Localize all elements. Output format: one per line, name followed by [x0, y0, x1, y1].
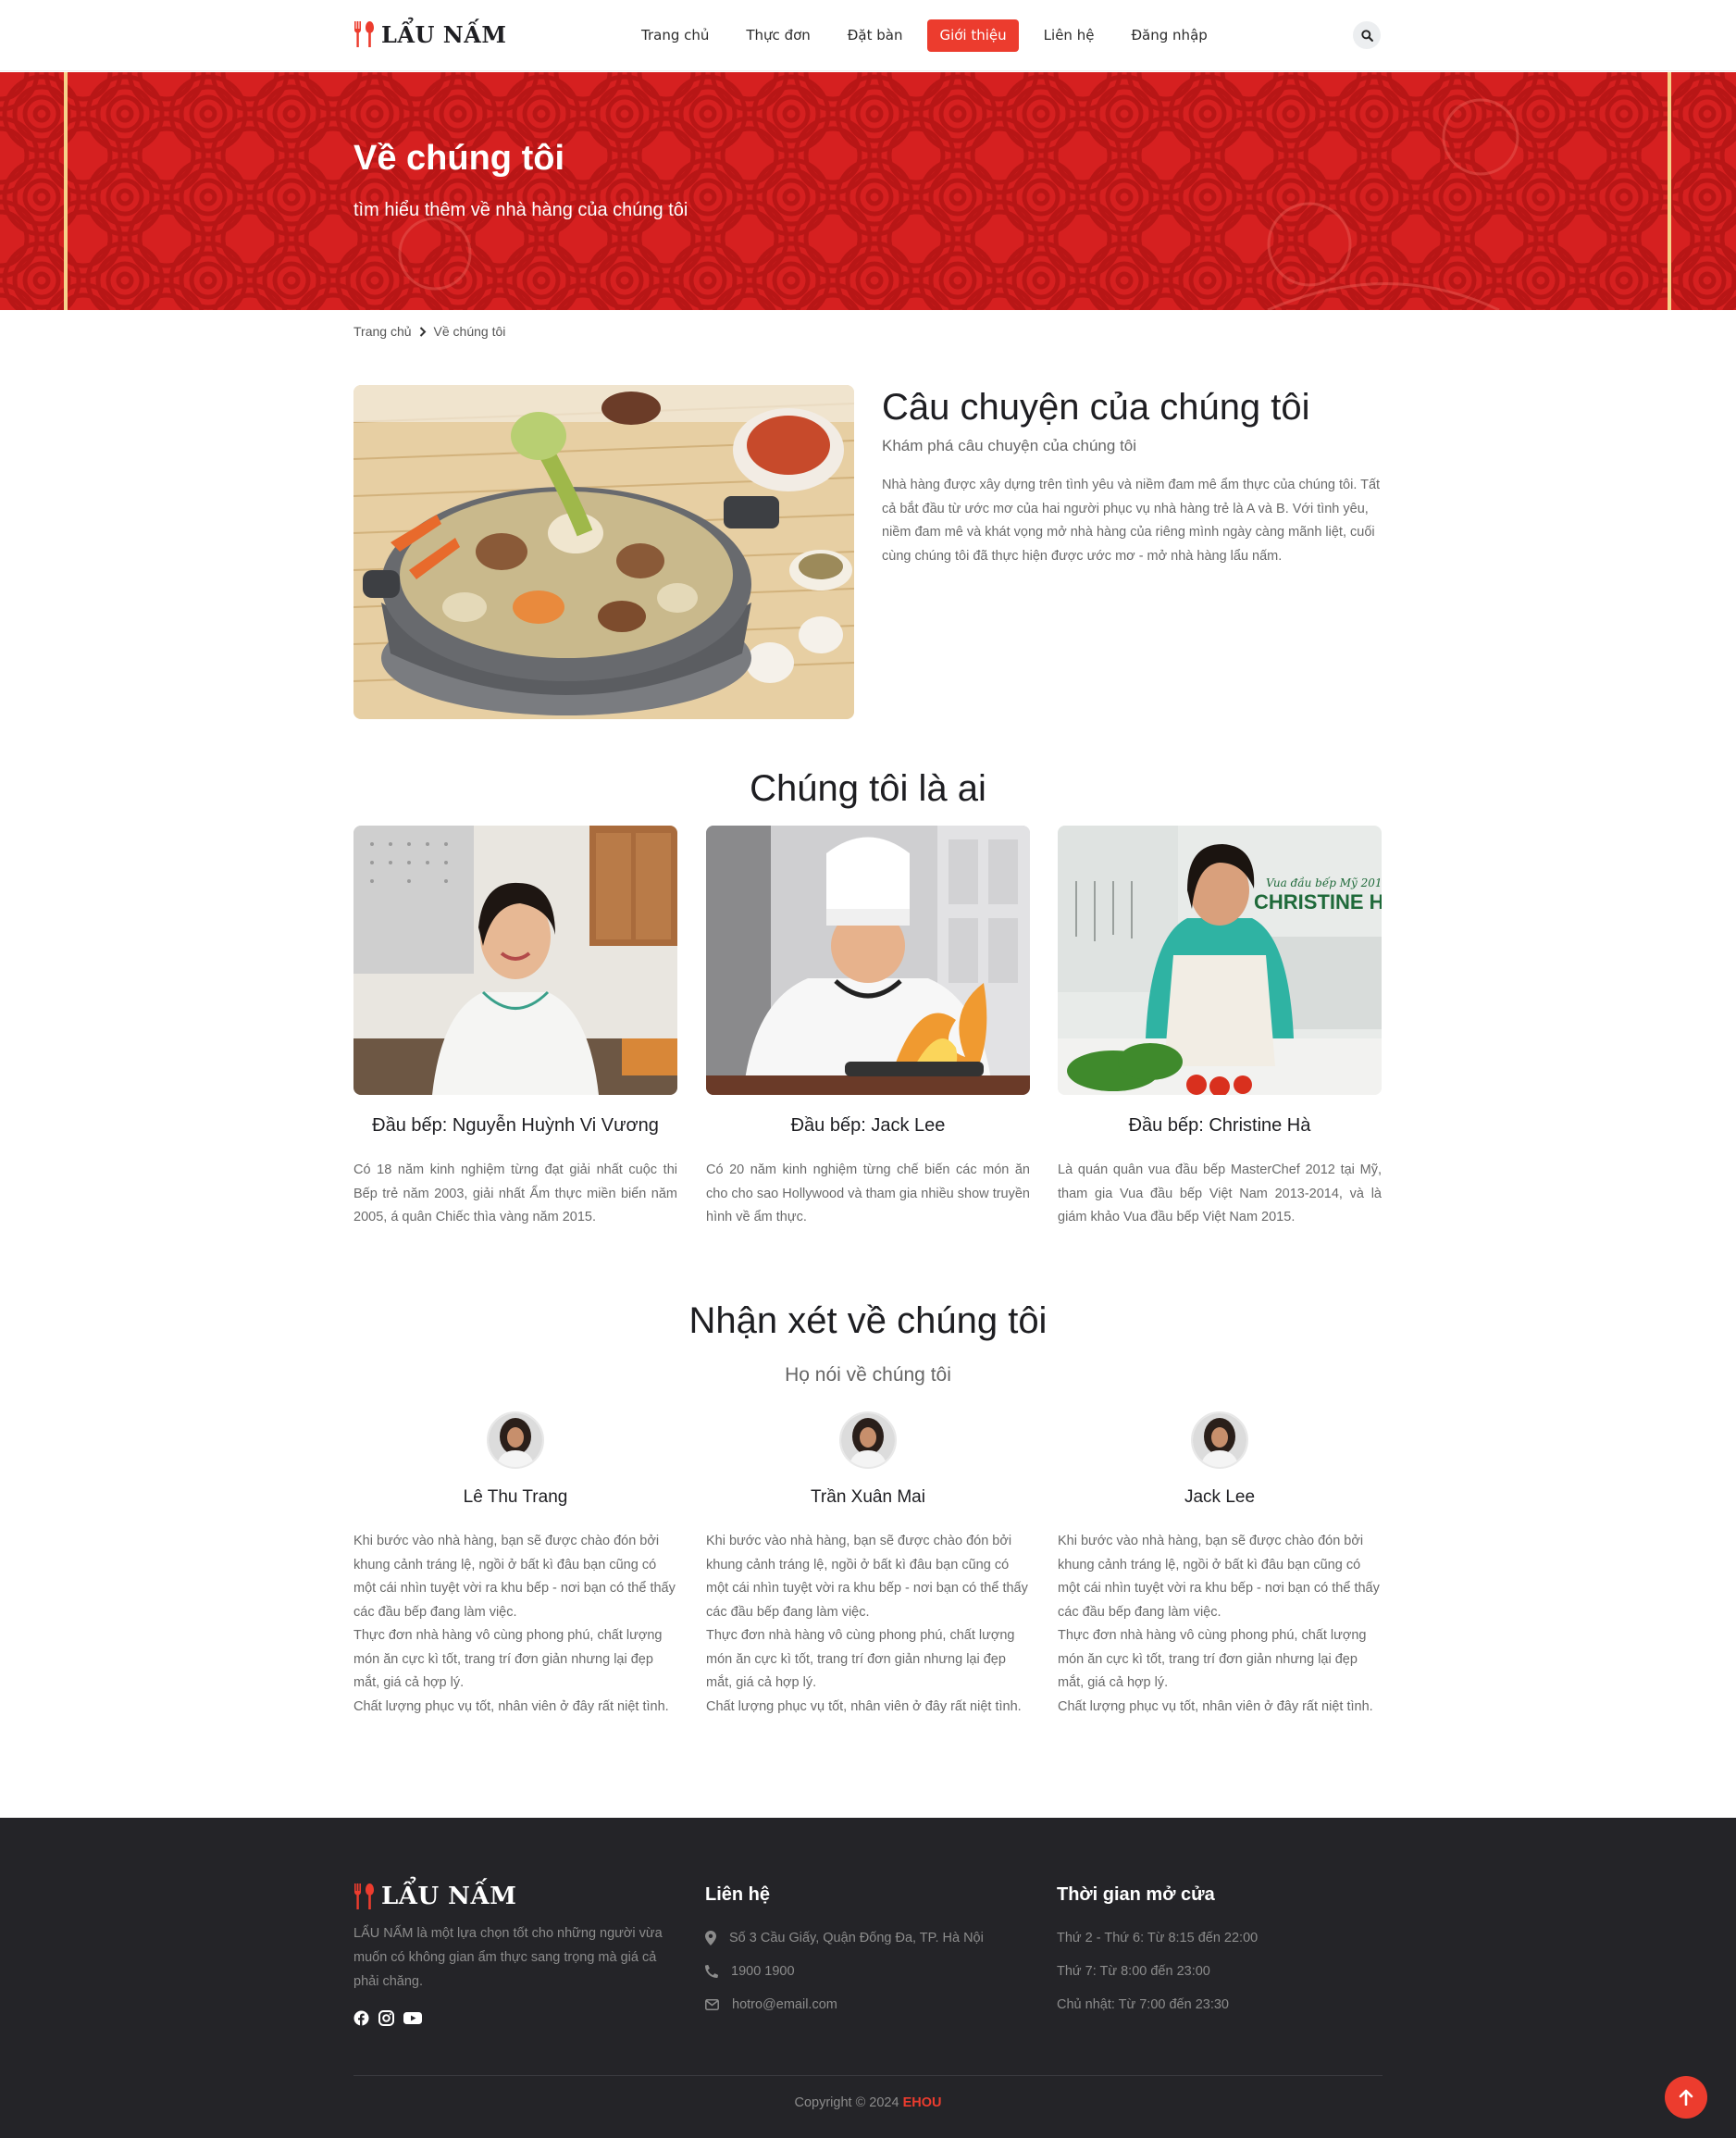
search-button[interactable]	[1353, 21, 1381, 49]
breadcrumb-home-link[interactable]: Trang chủ	[353, 324, 412, 339]
footer-address: Số 3 Cầu Giấy, Quận Đống Đa, TP. Hà Nội	[705, 1921, 984, 1955]
story-image-mushroom-hotpot	[353, 385, 854, 719]
social-links	[353, 2010, 422, 2026]
top-navbar: LẨU NẤM Trang chủ Thực đơn Đặt bàn Giới …	[0, 0, 1736, 71]
main-menu: Trang chủ Thực đơn Đặt bàn Giới thiệu Li…	[629, 19, 1233, 52]
story-subtitle: Khám phá câu chuyện của chúng tôi	[882, 437, 1137, 454]
chef-name: Đầu bếp: Christine Hà	[1128, 1115, 1311, 1136]
copyright: Copyright © 2024 EHOU	[794, 2095, 942, 2110]
envelope-icon	[705, 1999, 719, 2010]
chef-description: Có 20 năm kinh nghiệm từng chế biến các …	[706, 1162, 1030, 1224]
instagram-icon[interactable]	[378, 2010, 394, 2026]
reviews-section-title: Nhận xét về chúng tôi	[688, 1300, 1048, 1341]
reviews-subtitle: Họ nói về chúng tôi	[785, 1364, 951, 1386]
footer: LẨU NẤM LẨU NẤM là một lựa chọn tốt cho …	[0, 1818, 1736, 2138]
nav-item-about[interactable]: Giới thiệu	[927, 19, 1019, 52]
chef-card: Đầu bếp: Jack Lee Có 20 năm kinh nghiệm …	[706, 826, 1030, 1230]
breadcrumb-current: Về chúng tôi	[433, 324, 506, 339]
youtube-icon[interactable]	[403, 2010, 422, 2026]
site-logo[interactable]: LẨU NẤM	[353, 20, 506, 48]
review-card: Trần Xuân Mai Khi bước vào nhà hàng, bạn…	[706, 1411, 1030, 1719]
hours-weekday: Thứ 2 - Thứ 6: Từ 8:15 đến 22:00	[1057, 1931, 1259, 1945]
footer-contact-title: Liên hệ	[705, 1884, 771, 1905]
story-title: Câu chuyện của chúng tôi	[882, 387, 1310, 428]
copyright-brand-link[interactable]: EHOU	[903, 2095, 942, 2110]
footer-contact-list: Số 3 Cầu Giấy, Quận Đống Đa, TP. Hà Nội …	[705, 1921, 984, 2021]
scroll-to-top-button[interactable]	[1665, 2076, 1707, 2119]
chef-description: Có 18 năm kinh nghiệm từng đạt giải nhất…	[353, 1162, 677, 1224]
page-title: Về chúng tôi	[353, 139, 564, 178]
footer-logo[interactable]: LẨU NẤM	[353, 1883, 516, 1910]
logo-text: LẨU NẤM	[381, 20, 507, 48]
review-text: Khi bước vào nhà hàng, bạn sẽ được chào …	[1058, 1534, 1380, 1714]
fork-spoon-icon	[353, 1883, 376, 1910]
page-subtitle: tìm hiểu thêm về nhà hàng của chúng tôi	[353, 200, 688, 220]
footer-email: hotro@email.com	[705, 1988, 984, 2021]
chef-photo-caption-small: Vua đầu bếp Mỹ 2012	[1266, 876, 1382, 889]
reviewer-name: Jack Lee	[1184, 1487, 1256, 1507]
footer-hours-title: Thời gian mở cửa	[1057, 1884, 1215, 1905]
reviewer-name: Trần Xuân Mai	[811, 1487, 925, 1507]
nav-item-home[interactable]: Trang chủ	[629, 19, 721, 52]
banner-border-right	[1668, 72, 1671, 310]
nav-item-contact[interactable]: Liên hệ	[1032, 19, 1107, 52]
who-section-title: Chúng tôi là ai	[750, 768, 986, 809]
footer-hours-list: Thứ 2 - Thứ 6: Từ 8:15 đến 22:00 Thứ 7: …	[1057, 1921, 1258, 2021]
hero-banner: Về chúng tôi tìm hiểu thêm về nhà hàng c…	[0, 72, 1736, 310]
facebook-icon[interactable]	[353, 2010, 369, 2026]
breadcrumb: Trang chủ Về chúng tôi	[353, 324, 505, 339]
chevron-right-icon	[419, 326, 426, 337]
hours-saturday: Thứ 7: Từ 8:00 đến 23:00	[1057, 1964, 1210, 1979]
nav-item-booking[interactable]: Đặt bàn	[836, 19, 915, 52]
arrow-up-icon	[1679, 2089, 1693, 2106]
footer-about-text: LẨU NẤM là một lựa chọn tốt cho những ng…	[353, 1926, 663, 1989]
review-card: Jack Lee Khi bước vào nhà hàng, bạn sẽ đ…	[1058, 1411, 1382, 1719]
review-text: Khi bước vào nhà hàng, bạn sẽ được chào …	[706, 1534, 1028, 1714]
avatar	[1191, 1411, 1248, 1469]
chef-photo-jack-lee	[706, 826, 1030, 1095]
chef-description: Là quán quân vua đầu bếp MasterChef 2012…	[1058, 1162, 1382, 1224]
avatar	[839, 1411, 897, 1469]
nav-item-login[interactable]: Đăng nhập	[1119, 19, 1219, 52]
nav-item-menu[interactable]: Thực đơn	[734, 19, 822, 52]
chef-card: Đầu bếp: Nguyễn Huỳnh Vi Vương Có 18 năm…	[353, 826, 677, 1230]
search-icon	[1360, 29, 1373, 42]
footer-phone: 1900 1900	[705, 1955, 984, 1988]
banner-border-left	[64, 72, 68, 310]
map-marker-icon	[705, 1931, 716, 1945]
fork-spoon-icon	[353, 20, 376, 48]
review-text: Khi bước vào nhà hàng, bạn sẽ được chào …	[353, 1534, 676, 1714]
chef-photo-nguyen-huynh-vi-vuong	[353, 826, 677, 1095]
footer-logo-text: LẨU NẤM	[381, 1883, 517, 1910]
chef-photo-christine-ha: Vua đầu bếp Mỹ 2012 CHRISTINE HÀ	[1058, 826, 1382, 1095]
footer-divider	[353, 2075, 1383, 2076]
chef-photo-caption-big: CHRISTINE HÀ	[1254, 890, 1382, 914]
swirl-pattern-background	[0, 72, 1736, 310]
hours-sunday: Chủ nhật: Từ 7:00 đến 23:30	[1057, 1997, 1229, 2012]
chef-name: Đầu bếp: Jack Lee	[790, 1115, 946, 1136]
phone-icon	[705, 1965, 718, 1978]
review-card: Lê Thu Trang Khi bước vào nhà hàng, bạn …	[353, 1411, 677, 1719]
chef-card: Vua đầu bếp Mỹ 2012 CHRISTINE HÀ Đầu bếp…	[1058, 826, 1382, 1230]
chef-name: Đầu bếp: Nguyễn Huỳnh Vi Vương	[372, 1115, 659, 1136]
story-paragraph: Nhà hàng được xây dựng trên tình yêu và …	[882, 478, 1381, 564]
reviewer-name: Lê Thu Trang	[463, 1487, 568, 1507]
avatar	[487, 1411, 544, 1469]
